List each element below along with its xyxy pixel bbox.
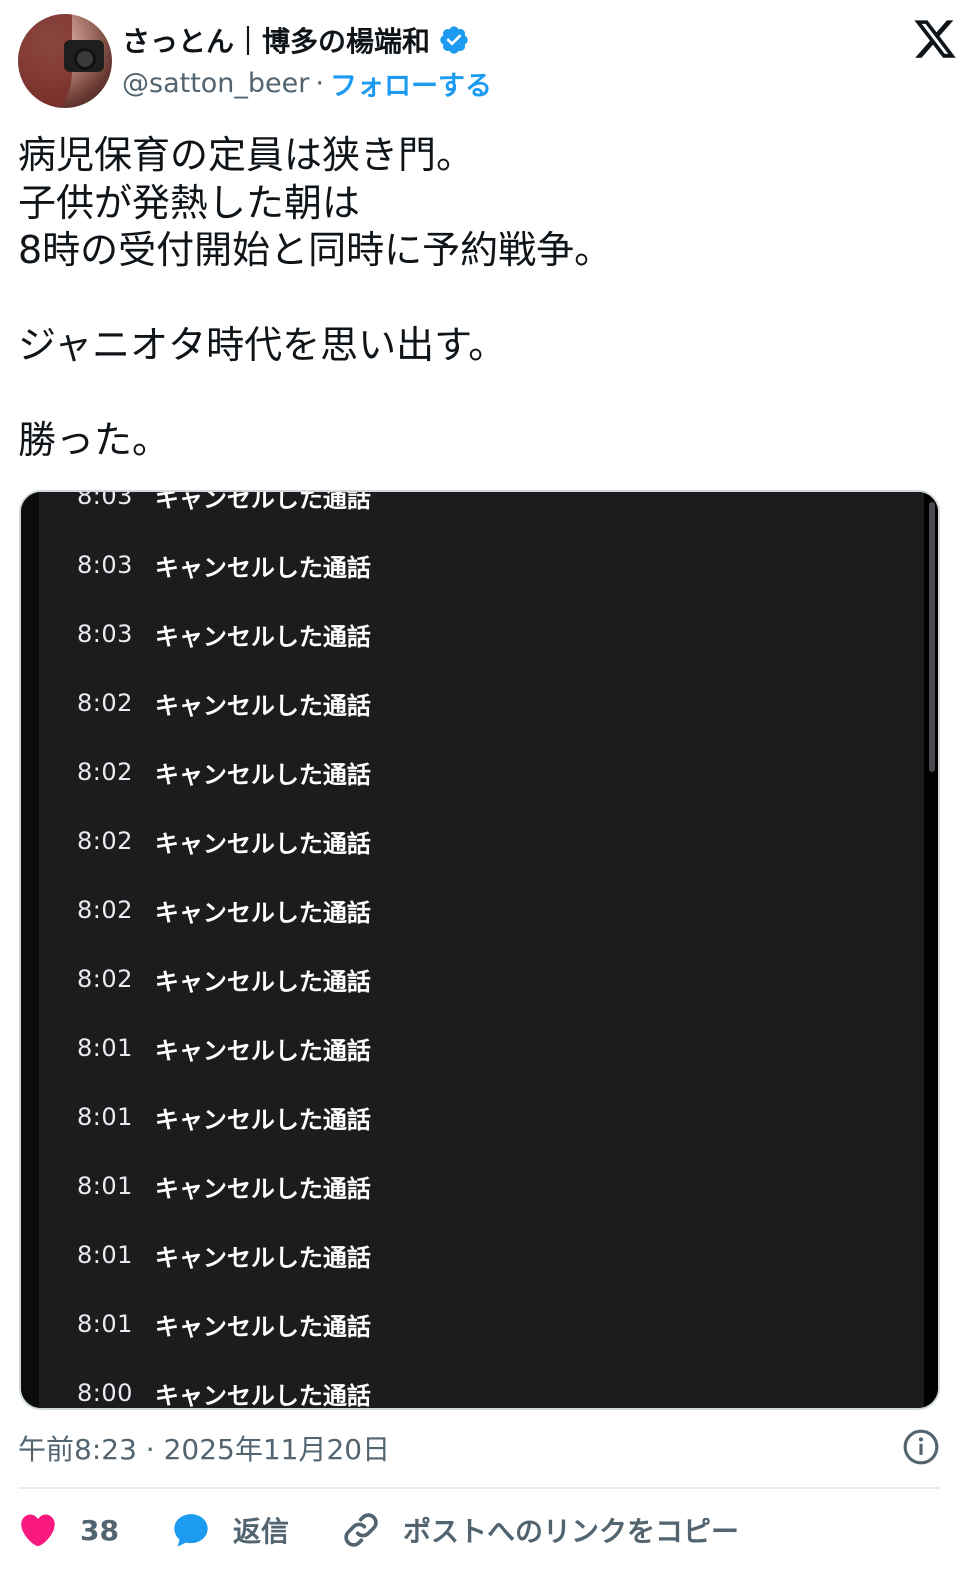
copy-link-label: ポストへのリンクをコピー	[402, 1515, 739, 1548]
like-button[interactable]: 38	[18, 1510, 119, 1550]
reply-button[interactable]: 返信	[171, 1510, 289, 1550]
call-log-row: 8:02 キャンセルした通話	[77, 890, 371, 930]
info-icon[interactable]	[902, 1428, 940, 1466]
call-log-row: 8:01 キャンセルした通話	[77, 1235, 371, 1275]
call-status-label: キャンセルした通話	[154, 898, 371, 927]
heart-icon	[21, 1514, 55, 1547]
call-time: 8:03	[77, 620, 133, 648]
call-log-row: 8:02 キャンセルした通話	[77, 821, 371, 861]
call-log-row: 8:03 キャンセルした通話	[77, 614, 371, 654]
call-status-label: キャンセルした通話	[154, 760, 371, 789]
call-log-row: 8:03 キャンセルした通話	[77, 545, 371, 585]
call-time: 8:02	[77, 689, 133, 717]
call-log-row: 8:02 キャンセルした通話	[77, 683, 371, 723]
call-log-row: 8:01 キャンセルした通話	[77, 1166, 371, 1206]
call-time: 8:01	[77, 1241, 133, 1269]
author-name-row: さっとん｜博多の楊端和	[122, 20, 470, 60]
call-time: 8:01	[77, 1172, 133, 1200]
media-left-edge	[21, 492, 39, 1408]
call-time: 8:02	[77, 896, 133, 924]
link-icon	[344, 1513, 378, 1547]
call-status-label: キャンセルした通話	[154, 1243, 371, 1272]
call-log-row: 8:01 キャンセルした通話	[77, 1304, 371, 1344]
call-log-row: 8:01 キャンセルした通話	[77, 1097, 371, 1137]
call-time: 8:01	[77, 1103, 133, 1131]
divider	[18, 1487, 940, 1489]
call-log-row: 8:01 キャンセルした通話	[77, 1028, 371, 1068]
x-logo-icon[interactable]	[912, 16, 958, 62]
tweet-text: 病児保育の定員は狭き門。 子供が発熱した朝は 8時の受付開始と同時に予約戦争。 …	[18, 133, 613, 462]
call-status-label: キャンセルした通話	[154, 691, 371, 720]
call-log-scrollbar	[929, 502, 935, 772]
call-log-row: 8:03 キャンセルした通話	[77, 490, 371, 516]
call-time: 8:03	[77, 490, 133, 510]
follow-button[interactable]: フォローする	[330, 64, 492, 103]
call-status-label: キャンセルした通話	[154, 1381, 371, 1410]
reply-bubble-icon	[174, 1514, 208, 1547]
verified-badge-icon	[440, 26, 468, 54]
call-time: 8:02	[77, 758, 133, 786]
call-status-label: キャンセルした通話	[154, 1036, 371, 1065]
like-count: 38	[80, 1513, 119, 1547]
call-status-label: キャンセルした通話	[154, 967, 371, 996]
call-status-label: キャンセルした通話	[154, 1105, 371, 1134]
call-status-label: キャンセルした通話	[154, 829, 371, 858]
call-time: 8:02	[77, 965, 133, 993]
author-handle[interactable]: @satton_beer	[122, 68, 309, 99]
call-log-row: 8:02 キャンセルした通話	[77, 752, 371, 792]
tweet-header: さっとん｜博多の楊端和 @satton_beer · フォローする	[18, 12, 958, 112]
call-time: 8:02	[77, 827, 133, 855]
call-time: 8:00	[77, 1379, 133, 1407]
call-time: 8:01	[77, 1034, 133, 1062]
call-status-label: キャンセルした通話	[154, 490, 371, 513]
call-log-row: 8:00 キャンセルした通話	[77, 1373, 371, 1410]
call-status-label: キャンセルした通話	[154, 1312, 371, 1341]
author-handle-row: @satton_beer · フォローする	[122, 64, 492, 103]
reply-label: 返信	[232, 1515, 289, 1548]
call-log-screenshot: 8:03 キャンセルした通話 8:03 キャンセルした通話 8:03 キャンセルした通話 8…	[21, 490, 938, 1410]
copy-link-button[interactable]: ポストへのリンクをコピー	[341, 1510, 739, 1550]
call-time: 8:01	[77, 1310, 133, 1338]
avatar-camera-lens	[74, 48, 96, 70]
call-status-label: キャンセルした通話	[154, 1174, 371, 1203]
call-log-row: 8:02 キャンセルした通話	[77, 959, 371, 999]
tweet-actions: 38 返信 ポストへのリンクをコピー	[18, 1505, 791, 1555]
separator-dot: ·	[315, 67, 324, 99]
author-avatar[interactable]	[18, 14, 112, 108]
author-display-name[interactable]: さっとん｜博多の楊端和	[122, 20, 430, 60]
call-status-label: キャンセルした通話	[154, 622, 371, 651]
tweet-timestamp[interactable]: 午前8:23 · 2025年11月20日	[18, 1428, 390, 1468]
call-status-label: キャンセルした通話	[154, 553, 371, 582]
tweet-media-image[interactable]: 8:03 キャンセルした通話 8:03 キャンセルした通話 8:03 キャンセルした通話 8…	[19, 490, 940, 1410]
call-time: 8:03	[77, 551, 133, 579]
